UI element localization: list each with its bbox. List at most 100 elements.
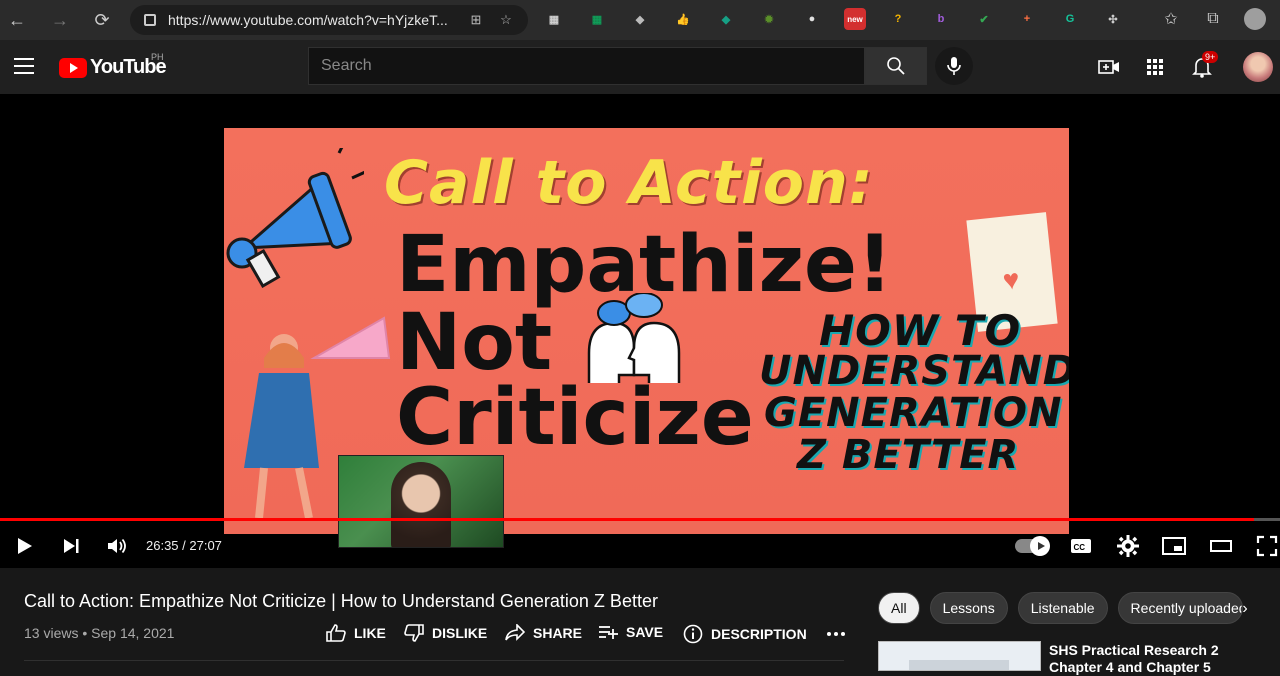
grid-icon[interactable]: ▦ [543, 8, 565, 30]
plus-circle-icon[interactable]: + [1016, 8, 1038, 30]
description-button[interactable]: DESCRIPTION [683, 624, 807, 644]
puzzle-icon[interactable]: ✣ [1102, 8, 1124, 30]
autoplay-icon [1030, 536, 1050, 556]
theater-mode-button[interactable] [1209, 534, 1233, 558]
browser-right-icons: ✩ ⧉ [1160, 8, 1266, 30]
progress-bar-played [0, 518, 1255, 521]
create-video-icon[interactable] [1097, 55, 1121, 79]
save-button[interactable]: SAVE [598, 624, 663, 640]
menu-icon[interactable] [14, 58, 34, 74]
closed-captions-icon: CC [1071, 539, 1091, 553]
thumbnail-line-empathize: Empathize! [396, 220, 893, 310]
thumbs-up-icon[interactable]: 👍 [672, 8, 694, 30]
info-icon [683, 624, 703, 644]
video-player[interactable]: Call to Action: Empathize! Not Criticize… [0, 94, 1280, 568]
youtube-logo[interactable]: YouTube PH [59, 52, 167, 79]
filter-chips: All Lessons Listenable Recently uploaded [878, 592, 1243, 624]
chip-all[interactable]: All [878, 592, 920, 624]
bird-icon[interactable]: ◆ [629, 8, 651, 30]
skip-next-icon [64, 539, 79, 553]
next-video-button[interactable] [59, 534, 83, 558]
shield-icon[interactable]: ◆ [715, 8, 737, 30]
forward-arrow-icon[interactable]: → [43, 3, 77, 37]
collections-icon[interactable]: ⧉ [1202, 8, 1224, 30]
question-icon[interactable]: ? [887, 8, 909, 30]
favorite-star-icon[interactable]: ☆ [498, 12, 514, 28]
spreadsheet-icon[interactable]: ▦ [586, 8, 608, 30]
save-label: SAVE [626, 624, 664, 640]
video-title: Call to Action: Empathize Not Criticize … [24, 591, 658, 611]
check-icon[interactable]: ✔ [973, 8, 995, 30]
browser-toolbar: ← → ⟳ https://www.youtube.com/watch?v=hY… [0, 0, 1280, 40]
notifications-bell-icon[interactable]: 9+ [1190, 51, 1219, 79]
youtube-header: YouTube PH 9+ [0, 40, 1280, 94]
play-icon [18, 538, 32, 554]
section-divider [24, 660, 844, 661]
chip-recently-uploaded[interactable]: Recently uploaded [1117, 592, 1243, 624]
reload-icon[interactable]: ⟳ [85, 3, 119, 37]
volume-button[interactable] [105, 534, 129, 558]
more-actions-button[interactable] [826, 624, 846, 640]
new-icon[interactable]: new [844, 8, 866, 30]
volume-icon [108, 538, 126, 554]
search-box[interactable] [308, 47, 865, 85]
thumbnail-side-generation: GENERATION [764, 390, 1063, 436]
thumbs-down-icon [404, 624, 424, 642]
region-code: PH [151, 52, 164, 62]
description-label: DESCRIPTION [711, 626, 807, 642]
captions-button[interactable]: CC [1069, 534, 1093, 558]
search-button[interactable] [865, 47, 927, 85]
dislike-label: DISLIKE [432, 625, 488, 641]
favorites-icon[interactable]: ✩ [1160, 8, 1182, 30]
progress-bar[interactable] [0, 518, 1280, 521]
apps-grid-icon[interactable] [1143, 55, 1167, 79]
settings-button[interactable] [1116, 534, 1140, 558]
thumbnail-side-z-better: Z BETTER [797, 432, 1020, 478]
account-avatar[interactable] [1243, 52, 1273, 82]
thumbs-up-icon [326, 624, 346, 642]
back-arrow-icon[interactable]: ← [0, 3, 34, 37]
thumbnail-line-criticize: Criticize [396, 373, 754, 463]
search-input[interactable] [321, 57, 864, 75]
youtube-play-logo-icon [59, 57, 87, 78]
music-icon[interactable]: ● [801, 8, 823, 30]
bug-icon[interactable]: ✹ [758, 8, 780, 30]
fullscreen-icon [1256, 535, 1278, 557]
chip-listenable[interactable]: Listenable [1017, 592, 1108, 624]
url-text: https://www.youtube.com/watch?v=hYjzkeT.… [168, 12, 448, 28]
time-display: 26:35 / 27:07 [146, 538, 222, 553]
gear-icon [1117, 535, 1139, 557]
recommended-title[interactable]: SHS Practical Research 2 Chapter 4 and C… [1049, 642, 1229, 676]
like-button[interactable]: LIKE [326, 624, 386, 642]
extension-bar: ▦ ▦ ◆ 👍 ◆ ✹ ● new? b ✔ + G ✣ [543, 8, 1145, 30]
reader-mode-icon[interactable]: ⊞ [468, 12, 484, 28]
play-button[interactable] [12, 534, 36, 558]
video-views-date: 13 views • Sep 14, 2021 [24, 625, 175, 641]
grammarly-icon[interactable]: G [1059, 8, 1081, 30]
miniplayer-button[interactable] [1162, 534, 1186, 558]
thumbnail-side-understand: UNDERSTAND [759, 348, 1069, 394]
lock-icon [144, 14, 156, 26]
megaphone-icon [226, 148, 364, 288]
share-button[interactable]: SHARE [505, 624, 582, 642]
share-arrow-icon [505, 624, 525, 642]
theater-mode-icon [1210, 540, 1232, 552]
notification-count-badge: 9+ [1202, 51, 1219, 63]
chevron-right-icon[interactable]: › [1234, 598, 1256, 620]
browser-profile-icon[interactable] [1244, 8, 1266, 30]
recommended-thumbnail[interactable] [878, 641, 1041, 671]
address-bar[interactable]: https://www.youtube.com/watch?v=hYjzkeT.… [130, 5, 528, 35]
like-label: LIKE [354, 625, 386, 641]
player-controls: 26:35 / 27:07 CC [0, 526, 1280, 566]
share-label: SHARE [533, 625, 583, 641]
fullscreen-button[interactable] [1255, 534, 1279, 558]
b-icon[interactable]: b [930, 8, 952, 30]
voice-search-button[interactable] [935, 47, 973, 85]
heart-icon: ♥ [1001, 263, 1021, 296]
dislike-button[interactable]: DISLIKE [404, 624, 487, 642]
more-horizontal-icon [826, 624, 846, 640]
autoplay-toggle[interactable] [1015, 536, 1050, 556]
playlist-add-icon [598, 624, 618, 640]
miniplayer-icon [1162, 537, 1186, 555]
chip-lessons[interactable]: Lessons [929, 592, 1008, 624]
